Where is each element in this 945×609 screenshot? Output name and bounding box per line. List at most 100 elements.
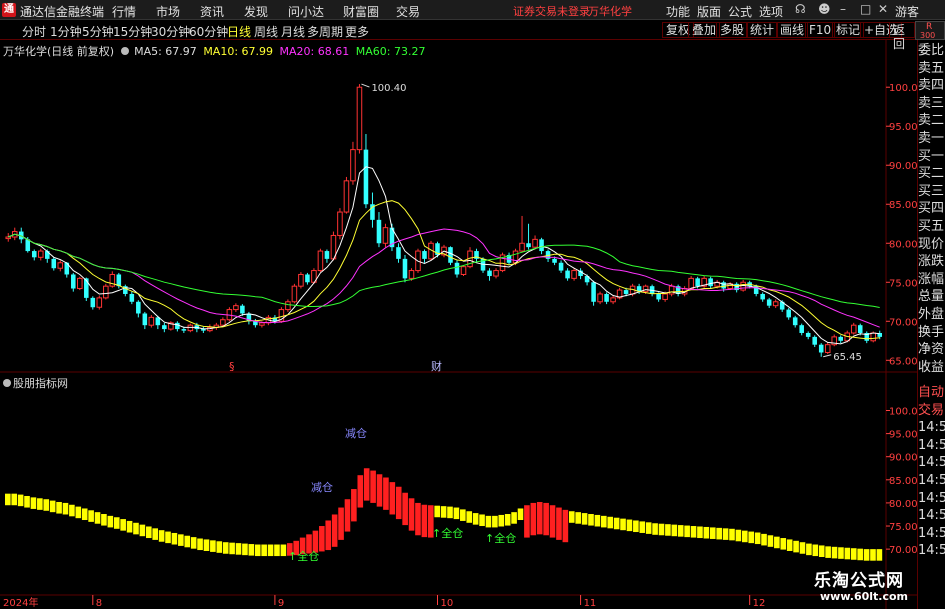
indicator-bar [133,522,139,535]
ind-y-tick-label: 100.0 [889,406,917,417]
indicator-bar [344,499,351,532]
indicator-bar [408,498,415,531]
kline-chart-area[interactable]: 100.0 95.00 90.00 85.00 80.00 75.00 70.00 65.00… [0,0,917,609]
indicator-bar [152,528,159,540]
candle-body [526,243,531,248]
candle-body [5,236,12,240]
candle-body [187,324,194,332]
candle-body [136,301,141,314]
quote-field-label: 卖二 [918,113,945,129]
trade-tab-label[interactable]: 交易 [918,402,945,420]
indicator-bar [216,541,223,553]
quote-field-label: 换手 [918,324,945,340]
indicator-bar [338,507,344,540]
indicator-bar [235,543,242,555]
indicator-bar [697,526,703,539]
tick-time: 14:56 [918,490,945,506]
candle-body [142,313,148,326]
chart-labels: 100.4065.45§ 财减仓减仓↑全仓↑全仓 ↑全仓 [229,83,862,563]
indicator-bar [395,486,402,520]
quote-field-label: 净资 [918,342,945,358]
quote-field-label: 买四 [918,201,945,217]
ind-y-tick-label: 90.00 [889,453,917,464]
indicator-bar [197,538,203,551]
candle-body [240,305,245,314]
candle-body [84,278,89,298]
indicator-bar [652,523,658,535]
candle-body [708,278,713,287]
watermark: 乐淘公式网 www.60lt.com [808,566,928,609]
y-tick-label: 65.00 [889,356,917,367]
indicator-bar [370,470,376,503]
candle-body [31,251,37,258]
indicator-bar [492,515,498,528]
indicator-bar [774,536,780,549]
candle-body [766,299,772,306]
indicator-bar [178,534,184,546]
indicator-bar [145,526,152,539]
watermark-line1: 乐淘公式网 [814,571,904,591]
indicator-bar [549,505,556,538]
candle-body [760,293,765,300]
r300-badge[interactable]: R 300 [915,21,945,40]
candle-body [51,258,57,269]
tick-time: 14:56 [918,437,945,453]
indicator-title: 股朋指标网 [3,375,68,391]
trade-tab-label[interactable]: 自动 [918,384,945,402]
indicator-bar [857,548,863,561]
indicator-bar [88,510,94,522]
legend-toggle-icon[interactable] [120,47,129,55]
indicator-bar [421,504,428,538]
indicator-bar [440,506,447,518]
y-tick-label: 95.00 [889,122,917,133]
indicator-bar [415,502,421,536]
indicator-annotation: ↑全仓 [485,531,516,545]
indicator-bar [357,475,364,508]
candle-body [850,324,857,334]
x-tick-label: 10 [440,598,453,609]
quote-field-label: 总量 [918,289,945,305]
candle-body [382,227,389,244]
indicator-bar [56,501,62,514]
y-tick-label: 75.00 [889,278,917,289]
indicator-bar [222,542,229,554]
candle-body [571,270,577,279]
ind-y-tick-label: 80.00 [889,499,917,510]
candle-body [71,274,76,289]
tick-time: 14:56 [918,473,945,488]
indicator-bar [863,549,870,561]
candle-body [532,238,538,248]
indicator-bar [453,507,460,520]
indicator-bar [267,544,274,557]
max-pointer [361,83,370,88]
legend-ma20: MA20: 68.61 [279,45,350,58]
quote-field-label: 委比 [918,43,945,58]
indicator-bar [799,542,806,554]
candle-body [539,239,544,252]
indicator-bar [722,528,729,540]
indicator-bar [716,527,722,540]
indicator-bar [203,539,210,551]
indicator-bar [485,515,492,528]
indicator-bar [742,530,748,543]
quote-field-label: 收益 [918,359,945,375]
quote-side-panel: 委比 卖五 卖四 卖三 卖二 卖一 买一 买二 买三 买四 买五 现价 涨跌 涨幅 总量 外盘 换手 净资 收益 自动… [917,40,945,609]
indicator-bar [472,513,479,525]
indicator-bar [581,513,588,525]
candle-body [77,277,83,290]
tick-time: 14:56 [918,543,945,559]
candle-body [305,274,310,283]
candle-body [259,322,265,326]
quote-field-label: 买一 [918,148,945,164]
indicator-bar [793,540,799,553]
candle-body [363,149,369,205]
candle-body [519,242,525,252]
indicator-bar [517,508,524,521]
candle-body [220,319,226,326]
candle-body [233,305,239,311]
indicator-toggle-icon[interactable] [3,379,11,387]
candle-body [857,325,863,333]
indicator-bar [363,468,370,501]
quote-field-label: 涨幅 [918,271,945,287]
candle-body [597,293,603,303]
